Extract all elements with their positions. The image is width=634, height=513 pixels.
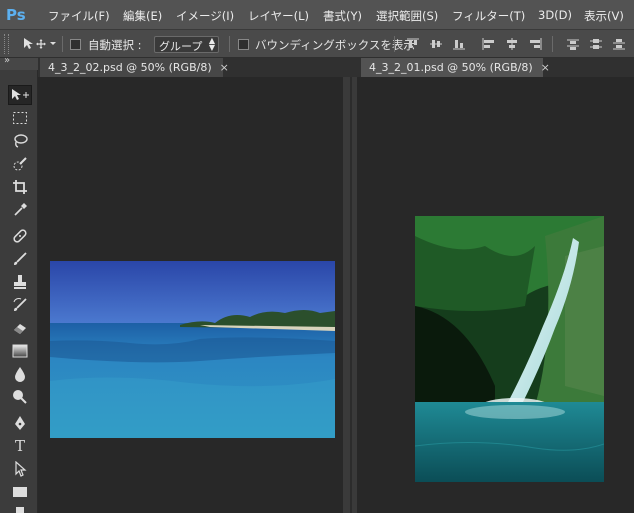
eraser-icon: [14, 324, 26, 334]
quick-selection-icon: [13, 157, 27, 171]
blur-tool[interactable]: [8, 364, 32, 384]
tab-title: 4_3_2_01.psd @ 50% (RGB/8): [369, 61, 533, 74]
dodge-tool[interactable]: [8, 387, 32, 407]
close-icon[interactable]: ×: [220, 61, 229, 74]
bounding-box-label: バウンディングボックスを表示: [255, 38, 415, 52]
brush-tool[interactable]: [8, 249, 32, 269]
menu-view[interactable]: 表示(V): [584, 8, 624, 24]
eyedropper-icon: [14, 203, 27, 216]
eyedropper-tool[interactable]: [8, 200, 32, 220]
distribute-top-icon[interactable]: [566, 38, 580, 50]
menu-select[interactable]: 選択範囲(S): [376, 8, 438, 24]
brush-icon: [14, 252, 27, 265]
tab-document-02[interactable]: 4_3_2_02.psd @ 50% (RGB/8) ×: [40, 58, 229, 77]
bandage-icon: [13, 229, 27, 243]
clone-stamp-tool[interactable]: [8, 272, 32, 292]
move-tool[interactable]: [8, 85, 32, 105]
split-divider-line: [350, 77, 352, 513]
menu-filter[interactable]: フィルター(T): [452, 8, 525, 24]
align-left-icon[interactable]: [482, 38, 496, 50]
tab-document-01[interactable]: 4_3_2_01.psd @ 50% (RGB/8) ×: [361, 58, 550, 77]
healing-brush-tool[interactable]: [8, 226, 32, 246]
grip-handle[interactable]: [4, 34, 9, 54]
tools-panel-header: »: [0, 55, 38, 70]
path-selection-icon: [15, 461, 27, 477]
marquee-tool[interactable]: [8, 108, 32, 128]
align-vcenter-icon[interactable]: [429, 38, 443, 50]
separator: [394, 36, 395, 52]
eraser-tool[interactable]: [8, 318, 32, 338]
history-brush-icon: [13, 298, 27, 311]
bounding-box-checkbox[interactable]: [238, 39, 249, 50]
lasso-icon: [14, 134, 28, 148]
menu-image[interactable]: イメージ(I): [176, 8, 234, 24]
hand-icon: [16, 507, 24, 513]
dodge-icon: [13, 390, 27, 404]
crop-icon: [13, 180, 27, 194]
gradient-tool[interactable]: [8, 341, 32, 361]
menu-type[interactable]: 書式(Y): [323, 8, 362, 24]
updown-arrows-icon: ▲ ▼: [208, 36, 215, 52]
chevron-down-icon[interactable]: [50, 42, 56, 46]
menu-bar: Ps ファイル(F) 編集(E) イメージ(I) レイヤー(L) 書式(Y) 選…: [0, 0, 634, 30]
align-bottom-icon[interactable]: [452, 38, 466, 50]
menu-edit[interactable]: 編集(E): [123, 8, 162, 24]
document-canvas-02[interactable]: [38, 77, 343, 513]
document-canvas-01[interactable]: [357, 77, 634, 513]
collapse-icon[interactable]: »: [4, 55, 10, 66]
auto-select-label: 自動選択 :: [88, 38, 142, 52]
type-tool[interactable]: T: [8, 436, 32, 456]
align-right-icon[interactable]: [528, 38, 542, 50]
type-icon: T: [14, 437, 25, 455]
align-top-icon[interactable]: [406, 38, 420, 50]
separator: [552, 36, 553, 52]
hand-tool[interactable]: [8, 505, 32, 513]
auto-select-value: グループ: [159, 40, 203, 53]
tab-title: 4_3_2_02.psd @ 50% (RGB/8): [48, 61, 212, 74]
menu-layer[interactable]: レイヤー(L): [248, 8, 309, 24]
pen-tool[interactable]: [8, 413, 32, 433]
waterfall-photo: [415, 216, 604, 482]
gradient-icon: [12, 344, 28, 358]
water-drop-icon: [15, 367, 25, 382]
quick-selection-tool[interactable]: [8, 154, 32, 174]
auto-select-dropdown[interactable]: グループ ▲ ▼: [154, 36, 219, 53]
ocean-photo: [50, 261, 335, 438]
distribute-vcenter-icon[interactable]: [589, 38, 603, 50]
crop-tool[interactable]: [8, 177, 32, 197]
menu-3d[interactable]: 3D(D): [538, 8, 572, 22]
separator: [229, 36, 230, 52]
auto-select-checkbox[interactable]: [70, 39, 81, 50]
move-tool-icon[interactable]: [22, 37, 48, 51]
rectangle-tool[interactable]: [8, 482, 32, 502]
align-hcenter-icon[interactable]: [505, 38, 519, 50]
rectangle-icon: [13, 487, 27, 497]
history-brush-tool[interactable]: [8, 295, 32, 315]
move-tool-icon: [12, 89, 29, 100]
photoshop-logo: Ps: [6, 6, 26, 24]
rectangle-marquee-icon: [13, 112, 27, 124]
menu-file[interactable]: ファイル(F): [48, 8, 110, 24]
distribute-bottom-icon[interactable]: [612, 38, 626, 50]
separator: [62, 36, 63, 52]
stamp-icon: [14, 275, 26, 289]
options-bar: 自動選択 : グループ ▲ ▼ バウンディングボックスを表示: [0, 30, 634, 58]
close-icon[interactable]: ×: [541, 61, 550, 74]
pen-icon: [15, 416, 25, 430]
lasso-tool[interactable]: [8, 131, 32, 151]
path-selection-tool[interactable]: [8, 459, 32, 479]
